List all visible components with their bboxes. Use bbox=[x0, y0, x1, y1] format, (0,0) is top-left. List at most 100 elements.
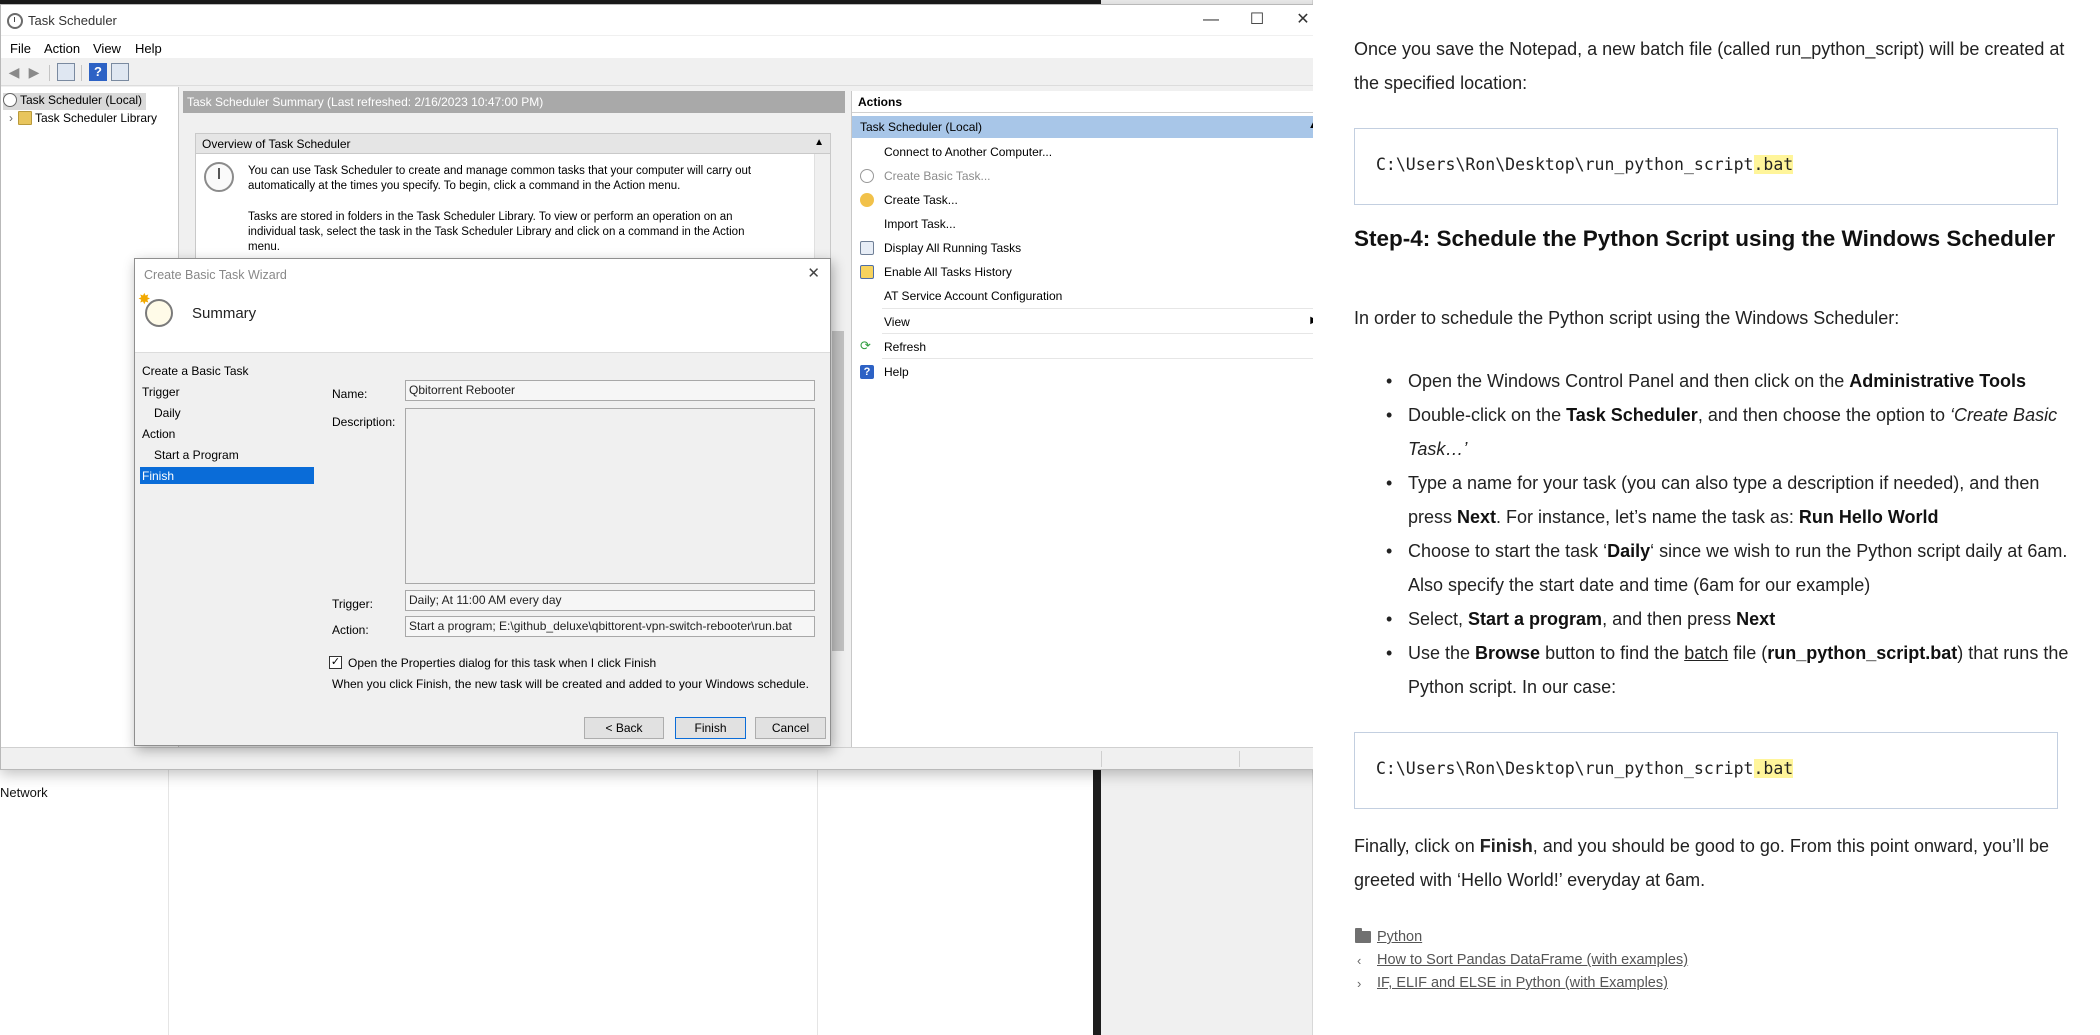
expand-chevron-icon[interactable]: › bbox=[9, 111, 13, 125]
close-icon[interactable]: ✕ bbox=[807, 264, 820, 282]
title-bar[interactable]: Task Scheduler — ☐ ✕ bbox=[1, 5, 1326, 35]
help-icon[interactable]: ? bbox=[89, 63, 107, 81]
action-display-running[interactable]: Display All Running Tasks bbox=[852, 236, 1326, 259]
list-item: Choose to start the task ‘Daily‘ since w… bbox=[1354, 534, 2074, 602]
code-block: C:\Users\Ron\Desktop\run_python_script.b… bbox=[1354, 128, 2058, 205]
action-label: Create Basic Task... bbox=[884, 169, 991, 183]
background-column-divider bbox=[817, 768, 818, 1035]
action-label: Display All Running Tasks bbox=[884, 241, 1022, 255]
code-block: C:\Users\Ron\Desktop\run_python_script.b… bbox=[1354, 732, 2058, 809]
finish-button[interactable]: Finish bbox=[675, 717, 746, 739]
wizard-step-trigger: Trigger bbox=[142, 385, 180, 399]
folder-icon bbox=[1355, 928, 1371, 943]
action-view[interactable]: View▶ bbox=[852, 310, 1326, 333]
action-create-basic-task[interactable]: Create Basic Task... bbox=[852, 164, 1326, 187]
create-basic-task-wizard: Create Basic Task Wizard ✕ Summary Creat… bbox=[134, 258, 831, 746]
lead-paragraph: In order to schedule the Python script u… bbox=[1354, 308, 1900, 328]
description-label: Description: bbox=[332, 415, 396, 429]
list-item: Select, Start a program, and then press … bbox=[1354, 602, 2074, 636]
wizard-step-finish: Finish bbox=[140, 467, 314, 484]
tree-item-library[interactable]: › Task Scheduler Library bbox=[9, 111, 157, 128]
running-tasks-icon bbox=[860, 241, 874, 255]
list-item: Open the Windows Control Panel and then … bbox=[1354, 364, 2074, 398]
code-text: C:\Users\Ron\Desktop\run_python_script.b… bbox=[1376, 759, 1794, 778]
back-arrow-icon[interactable]: ◀ bbox=[5, 63, 23, 81]
category-link[interactable]: Python bbox=[1377, 929, 1422, 945]
action-field[interactable]: Start a program; E:\github_deluxe\qbitto… bbox=[405, 616, 815, 637]
actions-separator bbox=[882, 333, 1322, 334]
tree-item-local[interactable]: Task Scheduler (Local) bbox=[3, 93, 147, 110]
folder-icon bbox=[18, 111, 32, 125]
action-label: Import Task... bbox=[884, 217, 956, 231]
action-label: AT Service Account Configuration bbox=[884, 289, 1063, 303]
clock-icon bbox=[3, 93, 17, 107]
menu-help[interactable]: Help bbox=[135, 41, 162, 56]
action-label: Refresh bbox=[884, 340, 927, 354]
toolbar: ◀ ▶ ? bbox=[1, 58, 1326, 86]
cancel-button[interactable]: Cancel bbox=[755, 717, 826, 739]
background-explorer-pane bbox=[0, 768, 1101, 1035]
tree-item-label: Task Scheduler Library bbox=[35, 111, 158, 125]
action-connect-computer[interactable]: Connect to Another Computer... bbox=[852, 140, 1326, 163]
window-title: Task Scheduler bbox=[28, 13, 117, 28]
action-import-task[interactable]: Import Task... bbox=[852, 212, 1326, 235]
wizard-title-bar[interactable]: Create Basic Task Wizard ✕ bbox=[135, 259, 830, 289]
clock-icon bbox=[204, 162, 234, 192]
list-item: Double-click on the Task Scheduler, and … bbox=[1354, 398, 2074, 466]
description-field[interactable] bbox=[405, 408, 815, 584]
minimize-button[interactable]: — bbox=[1188, 5, 1234, 35]
overview-text: You can use Task Scheduler to create and… bbox=[248, 165, 752, 192]
wizard-step-start-program: Start a Program bbox=[154, 448, 239, 462]
chevron-right-icon: › bbox=[1357, 976, 1362, 991]
status-separator bbox=[1101, 751, 1102, 767]
action-refresh[interactable]: ⟳ Refresh bbox=[852, 335, 1326, 358]
collapse-arrow-icon[interactable]: ▲ bbox=[814, 137, 824, 148]
actions-separator bbox=[882, 308, 1322, 309]
menu-action[interactable]: Action bbox=[44, 41, 80, 56]
action-enable-history[interactable]: Enable All Tasks History bbox=[852, 260, 1326, 283]
actions-group-header[interactable]: Task Scheduler (Local) ▲ bbox=[852, 116, 1326, 138]
help-icon: ? bbox=[860, 365, 874, 379]
background-dark-strip bbox=[1093, 768, 1101, 1035]
action-at-service[interactable]: AT Service Account Configuration bbox=[852, 284, 1326, 307]
wizard-step-daily: Daily bbox=[154, 406, 181, 420]
task-scheduler-icon bbox=[7, 13, 23, 29]
open-properties-label[interactable]: Open the Properties dialog for this task… bbox=[348, 656, 656, 670]
toolbar-separator bbox=[81, 65, 82, 81]
actions-pane: Actions Task Scheduler (Local) ▲ Connect… bbox=[851, 91, 1327, 747]
show-hide-console-tree-icon[interactable] bbox=[57, 63, 75, 81]
history-icon bbox=[860, 265, 874, 279]
wizard-step-action: Action bbox=[142, 427, 176, 441]
open-properties-checkbox[interactable]: ✓ bbox=[329, 656, 342, 669]
chevron-left-icon: ‹ bbox=[1357, 953, 1362, 968]
batch-link[interactable]: batch bbox=[1684, 643, 1728, 663]
action-label: Enable All Tasks History bbox=[884, 265, 1012, 279]
maximize-button[interactable]: ☐ bbox=[1234, 5, 1280, 35]
wizard-header: Summary bbox=[135, 289, 830, 353]
name-field[interactable]: Qbitorrent Rebooter bbox=[405, 380, 815, 401]
steps-list: Open the Windows Control Panel and then … bbox=[1354, 364, 2074, 704]
action-label: Connect to Another Computer... bbox=[884, 145, 1053, 159]
summary-header: Task Scheduler Summary (Last refreshed: … bbox=[183, 91, 845, 113]
menu-file[interactable]: File bbox=[10, 41, 31, 56]
action-label: Create Task... bbox=[884, 193, 958, 207]
tree-item-label: Task Scheduler (Local) bbox=[20, 93, 143, 107]
intro-paragraph: Once you save the Notepad, a new batch f… bbox=[1354, 39, 2065, 93]
menu-view[interactable]: View bbox=[93, 41, 121, 56]
show-hide-action-pane-icon[interactable] bbox=[111, 63, 129, 81]
action-label: Action: bbox=[332, 623, 369, 637]
forward-arrow-icon[interactable]: ▶ bbox=[25, 63, 43, 81]
next-post-link[interactable]: IF, ELIF and ELSE in Python (with Exampl… bbox=[1377, 975, 1668, 991]
back-button[interactable]: < Back bbox=[584, 717, 664, 739]
code-text: C:\Users\Ron\Desktop\run_python_script.b… bbox=[1376, 155, 1794, 174]
summary-scrollbar-thumb[interactable] bbox=[832, 331, 844, 651]
article-panel: Once you save the Notepad, a new batch f… bbox=[1313, 0, 2100, 1035]
trigger-field[interactable]: Daily; At 11:00 AM every day bbox=[405, 590, 815, 611]
network-label[interactable]: Network bbox=[0, 785, 48, 800]
previous-post-link[interactable]: How to Sort Pandas DataFrame (with examp… bbox=[1377, 952, 1688, 968]
list-item: Use the Browse button to find the batch … bbox=[1354, 636, 2074, 704]
overview-header[interactable]: Overview of Task Scheduler ▲ bbox=[196, 134, 830, 154]
action-create-task[interactable]: Create Task... bbox=[852, 188, 1326, 211]
action-help[interactable]: ? Help bbox=[852, 360, 1326, 383]
wizard-page-title: Summary bbox=[192, 305, 257, 322]
